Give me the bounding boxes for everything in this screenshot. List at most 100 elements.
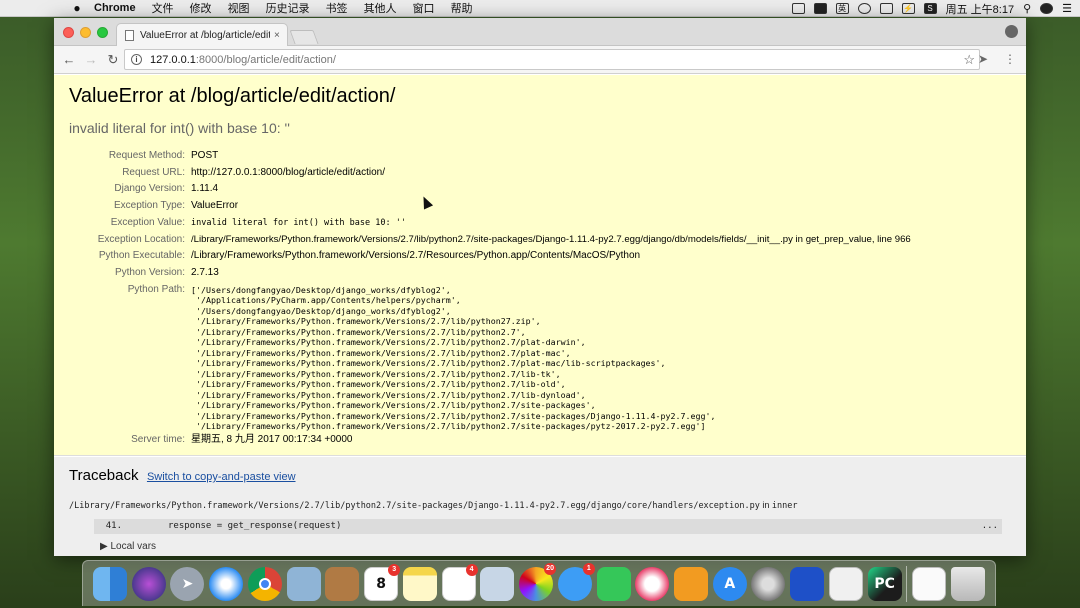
menu-file[interactable]: 文件 <box>152 0 174 16</box>
meta-value: 2.7.13 <box>191 266 219 278</box>
preview-icon[interactable] <box>286 566 321 601</box>
trash-icon[interactable] <box>950 566 985 601</box>
meta-row: Python Version: 2.7.13 <box>54 265 911 282</box>
extension-icon[interactable]: ➤ <box>978 52 988 66</box>
menu-bookmarks[interactable]: 书签 <box>326 0 348 16</box>
new-tab-button[interactable] <box>289 30 319 44</box>
calendar-badge: 3 <box>388 563 401 576</box>
meta-value: POST <box>191 150 219 161</box>
system-preferences-icon[interactable] <box>751 566 786 601</box>
pycharm-icon[interactable]: PC <box>867 566 902 601</box>
textedit-icon[interactable] <box>828 566 863 601</box>
profile-icon[interactable] <box>1005 25 1018 38</box>
error-subtitle: invalid literal for int() with base 10: … <box>69 120 290 136</box>
meta-row: Exception Value: invalid literal for int… <box>54 215 911 232</box>
menu-bar: ● Chrome 文件 修改 视图 历史记录 书签 其他人 窗口 帮助 英 ⚡ … <box>0 0 1080 17</box>
address-bar[interactable]: i 127.0.0.1:8000/blog/article/edit/actio… <box>124 49 980 70</box>
app-store-icon[interactable]: A <box>712 566 747 601</box>
menubar-tray: 英 ⚡ S 周五 上午8:17 ⚲ ☰ <box>791 0 1072 17</box>
siri-icon[interactable] <box>1040 3 1054 14</box>
error-summary: ValueError at /blog/article/edit/action/… <box>54 75 1026 456</box>
reminders-badge: 4 <box>465 563 478 576</box>
close-window-button[interactable] <box>63 27 74 38</box>
music-icon[interactable]: ♫ <box>635 566 670 601</box>
tab-title: ValueError at /blog/article/edit/ <box>140 29 270 41</box>
menu-help[interactable]: 帮助 <box>451 0 473 16</box>
code-line-number: 41. <box>105 521 122 531</box>
dock-separator <box>906 565 908 602</box>
meta-value: /Library/Frameworks/Python.framework/Ver… <box>191 250 641 262</box>
expand-context-button[interactable]: ... <box>982 519 998 534</box>
apple-icon[interactable]: ● <box>70 1 84 15</box>
input-method-icon[interactable]: 英 <box>835 3 849 14</box>
minimize-window-button[interactable] <box>80 27 91 38</box>
airplay-icon[interactable] <box>879 3 893 14</box>
messages-badge: 1 <box>582 562 595 575</box>
meta-label: Exception Location: <box>97 233 185 245</box>
reload-icon[interactable]: ↻ <box>102 52 124 68</box>
keynote-icon[interactable] <box>480 566 515 601</box>
forward-arrow-icon[interactable]: → <box>80 52 102 67</box>
contacts-icon[interactable] <box>325 566 360 601</box>
s-app-icon[interactable]: S <box>923 3 937 14</box>
menu-edit[interactable]: 修改 <box>190 0 212 16</box>
document-icon[interactable] <box>912 566 947 601</box>
notification-center-icon[interactable]: ☰ <box>1062 2 1072 15</box>
siri-dock-icon[interactable] <box>131 566 166 601</box>
chrome-window: ValueError at /blog/article/edit/ × ← → … <box>54 18 1026 556</box>
back-arrow-icon[interactable]: ← <box>58 52 80 67</box>
meta-label: Request Method: <box>108 150 185 161</box>
python-path-value: ['/Users/dongfangyao/Desktop/django_work… <box>191 284 716 432</box>
menu-history[interactable]: 历史记录 <box>266 0 310 16</box>
sync-icon[interactable] <box>857 3 871 14</box>
photos-badge: 20 <box>544 562 557 575</box>
meta-value: 星期五, 8 九月 2017 00:17:34 +0000 <box>191 433 353 445</box>
chrome-icon[interactable] <box>247 566 282 601</box>
spotlight-search-icon[interactable]: ⚲ <box>1023 2 1031 15</box>
zoom-window-button[interactable] <box>97 27 108 38</box>
meta-label: Python Version: <box>114 266 185 278</box>
traceback-section: Traceback Switch to copy-and-paste view … <box>54 457 1026 556</box>
meta-label: Exception Value: <box>110 216 185 228</box>
meta-row: Request URL: http://127.0.0.1:8000/blog/… <box>54 165 911 182</box>
mic-icon[interactable] <box>813 3 827 14</box>
meta-label: Python Path: <box>127 283 185 295</box>
finder-icon[interactable] <box>93 566 127 601</box>
menu-app-chrome[interactable]: Chrome <box>94 2 136 14</box>
url-host: 127.0.0.1 <box>150 53 196 66</box>
meta-label: Django Version: <box>114 183 185 195</box>
bookmark-star-icon[interactable]: ☆ <box>963 52 975 68</box>
meta-row: Exception Location: /Library/Frameworks/… <box>54 232 911 249</box>
screen-record-icon[interactable] <box>791 3 805 14</box>
meta-row: Python Executable: /Library/Frameworks/P… <box>54 248 911 265</box>
meta-label: Exception Type: <box>114 200 185 212</box>
launchpad-icon[interactable]: ➤ <box>170 566 205 601</box>
meta-label: Python Executable: <box>98 250 185 262</box>
menubar-clock[interactable]: 周五 上午8:17 <box>946 1 1014 17</box>
notes-icon[interactable] <box>402 566 437 601</box>
traceback-file-path: /Library/Frameworks/Python.framework/Ver… <box>69 501 760 511</box>
facetime-icon[interactable] <box>596 566 631 601</box>
switch-view-link[interactable]: Switch to copy-and-paste view <box>147 471 296 483</box>
chrome-menu-icon[interactable]: ⋮ <box>1004 52 1016 66</box>
local-vars-toggle[interactable]: ▶ Local vars <box>100 541 156 552</box>
menu-window[interactable]: 窗口 <box>413 0 435 16</box>
screen-recorder-icon[interactable] <box>790 566 825 601</box>
safari-icon[interactable] <box>209 566 244 601</box>
menu-view[interactable]: 视图 <box>228 0 250 16</box>
calendar-icon[interactable]: 8 3 <box>364 563 401 601</box>
url-path: :8000/blog/article/edit/action/ <box>195 53 336 66</box>
dock: ➤ 8 3 4 20 1 ♫ A PC <box>82 560 996 606</box>
tab-valueerror[interactable]: ValueError at /blog/article/edit/ × <box>116 23 288 46</box>
battery-icon[interactable]: ⚡ <box>901 3 915 14</box>
photos-icon[interactable]: 20 <box>519 562 557 601</box>
messages-icon[interactable]: 1 <box>557 562 595 601</box>
tab-close-icon[interactable]: × <box>274 30 280 41</box>
reminders-icon[interactable]: 4 <box>441 563 478 601</box>
menu-people[interactable]: 其他人 <box>364 0 397 16</box>
traceback-code-line[interactable]: 41. response = get_response(request) ... <box>94 519 1002 534</box>
browser-toolbar: ← → ↻ i 127.0.0.1:8000/blog/article/edit… <box>54 46 1026 74</box>
ibooks-icon[interactable] <box>674 566 709 601</box>
page-content: ValueError at /blog/article/edit/action/… <box>54 75 1026 556</box>
info-icon[interactable]: i <box>131 54 142 65</box>
